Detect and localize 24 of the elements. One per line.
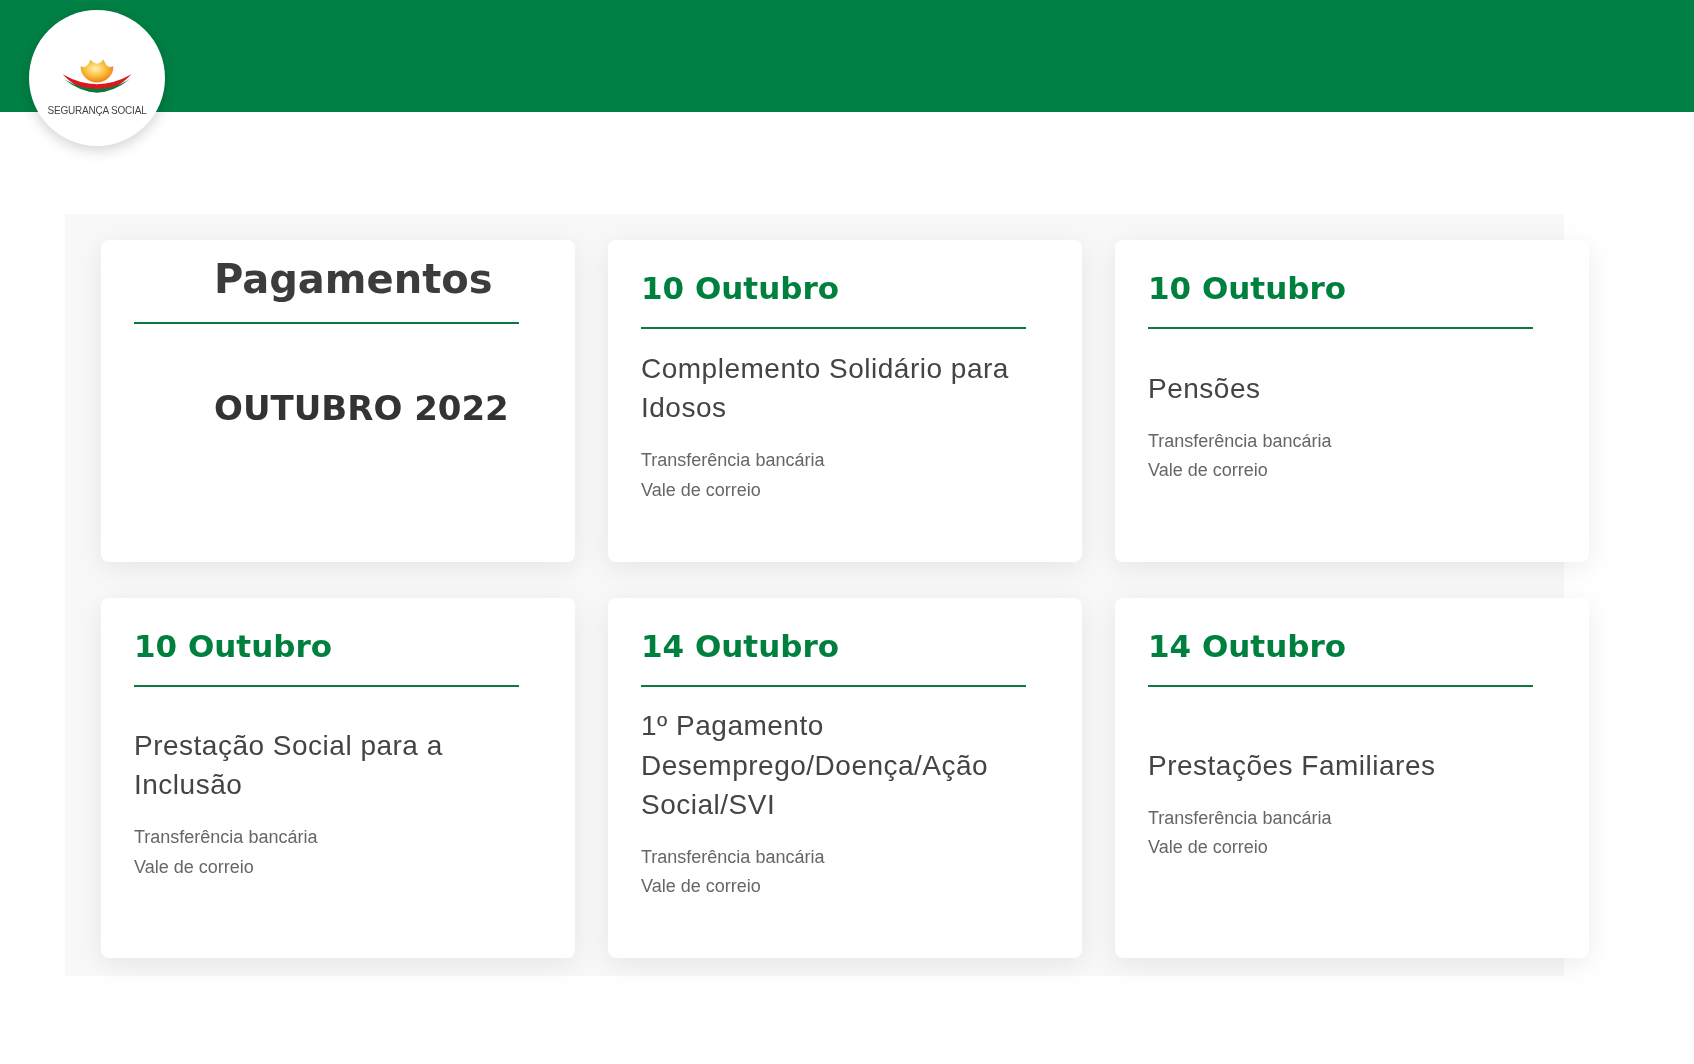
- payment-method: Vale de correio: [134, 855, 255, 879]
- benefit-title: 1º Pagamento Desemprego/Doença/Ação Social/SVI: [641, 709, 990, 822]
- benefit-title: Complemento Solidário para Idosos: [641, 352, 1010, 426]
- logo-badge[interactable]: SEGURANÇA SOCIAL: [29, 10, 165, 146]
- payment-date: 10 Outubro: [134, 628, 334, 666]
- payment-method: Transferência bancária: [1148, 806, 1333, 830]
- payment-date: 10 Outubro: [641, 270, 841, 308]
- benefit-title: Prestações Familiares: [1148, 748, 1437, 783]
- month-label: OUTUBRO 2022: [214, 388, 509, 428]
- payment-date: 14 Outubro: [641, 628, 841, 666]
- payment-method: Transferência bancária: [134, 826, 319, 850]
- benefit-title: Pensões: [1148, 371, 1262, 406]
- payment-method: Transferência bancária: [1148, 429, 1333, 453]
- payment-method: Vale de correio: [641, 478, 762, 502]
- payment-method: Vale de correio: [1148, 836, 1269, 860]
- payment-method: Vale de correio: [1148, 459, 1269, 483]
- payment-method: Transferência bancária: [641, 449, 826, 473]
- payment-date: 14 Outubro: [1148, 628, 1348, 666]
- payment-method: Vale de correio: [641, 875, 762, 899]
- benefit-title: Prestação Social para a Inclusão: [134, 729, 444, 803]
- payment-date: 10 Outubro: [1148, 270, 1348, 308]
- logo-text: SEGURANÇA SOCIAL: [47, 104, 147, 116]
- page-title: Pagamentos: [214, 256, 493, 302]
- payment-method: Transferência bancária: [641, 846, 826, 869]
